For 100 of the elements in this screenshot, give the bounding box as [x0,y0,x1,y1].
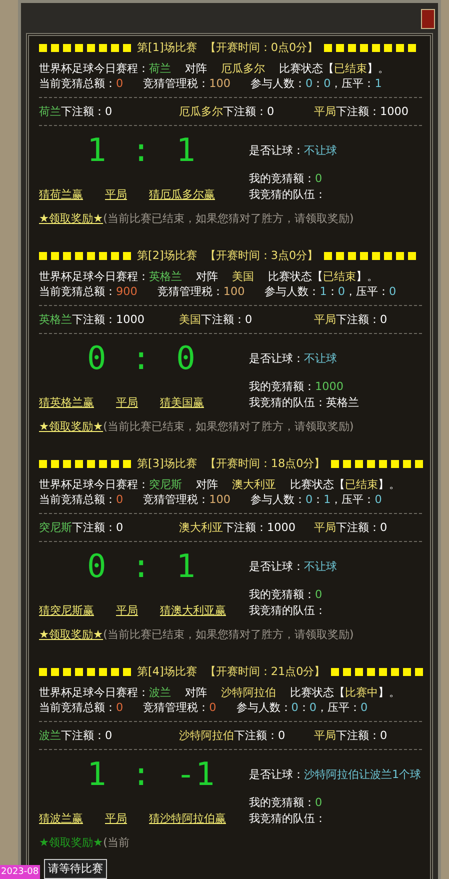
info-text: 波兰 [149,685,171,700]
info-text: 竞猜管理税： [143,700,210,715]
guess-link[interactable]: 平局 [105,811,127,828]
reward-note: (当前比赛已结束，如果您猜对了胜方，请领取奖励) [103,211,354,226]
info-text: ： [312,76,324,91]
reward-note: (当前比赛已结束，如果您猜对了胜方，请领取奖励) [103,627,354,642]
info-text: 参与人数： [264,284,320,299]
info-text: 对阵 [196,269,218,284]
info-text: 0 [116,492,124,507]
bet-label: 下注额： [336,729,380,742]
reward-link[interactable]: ★领取奖励★ [39,835,104,850]
bet-label: 下注额： [72,521,116,534]
info-text: 0 [116,700,124,715]
team-label: 平局 [314,313,336,326]
guess-link[interactable]: 猜厄瓜多尔赢 [149,187,215,204]
bet-amount: 0 [380,729,388,742]
bet-label: 下注额： [223,105,267,118]
info-text: 0 [309,700,316,715]
team-label: 厄瓜多尔 [179,105,223,118]
guess-link[interactable]: 猜荷兰赢 [39,187,83,204]
info-text: 竞猜管理税： [143,76,210,91]
score-text: 1 : 1 [86,132,196,170]
info-text: 1 [324,492,331,507]
my-bet-label: 我的竞猜额： [249,380,315,394]
bet-amount: 1000 [380,105,408,118]
team-label: 平局 [314,521,336,534]
bet-amount: 0 [380,313,388,326]
info-text: 0 [374,492,382,507]
guess-link[interactable]: 猜沙特阿拉伯赢 [149,811,226,828]
info-text: 美国 [232,269,254,284]
my-bet-value: 0 [315,172,322,186]
handicap-label: 是否让球： [249,768,304,781]
info-text: 对阵 [185,61,207,76]
info-text: 900 [116,284,138,299]
guess-link[interactable]: 猜美国赢 [160,395,204,412]
my-team-label: 我竞猜的队伍： [249,396,326,410]
info-text: 参与人数： [250,492,306,507]
team-label: 平局 [314,729,336,742]
info-text: 已结束 [323,269,356,284]
info-text: 已结束 [334,61,367,76]
info-text: 当前竞猜总额： [39,700,116,715]
guess-link[interactable]: 平局 [116,603,138,620]
my-bet-label: 我的竞猜额： [249,172,315,186]
info-text: 参与人数： [250,76,306,91]
info-text: 世界杯足球今日赛程： [39,61,149,76]
info-text: ，压平： [344,284,389,299]
close-icon[interactable] [421,9,435,29]
score-text: 1 : -1 [86,756,216,794]
team-label: 英格兰 [39,313,72,326]
team-label: 突尼斯 [39,521,72,534]
score-text: 0 : 1 [86,548,196,586]
info-text: 第[2]场比赛 [137,248,197,263]
team-label: 荷兰 [39,105,61,118]
info-text: 对阵 [196,477,218,492]
handicap-value: 不让球 [304,560,337,573]
team-label: 澳大利亚 [179,521,223,534]
my-team-label: 我竞猜的队伍： [249,604,326,618]
info-text: 0 [209,700,216,715]
my-bet-value: 0 [315,588,322,602]
handicap-label: 是否让球： [249,352,304,365]
info-text: ： [326,284,338,299]
info-text: 100 [223,284,245,299]
my-team-value: 英格兰 [326,396,359,410]
bet-amount: 0 [116,521,124,534]
team-label: 波兰 [39,729,61,742]
guess-link[interactable]: 平局 [105,187,127,204]
my-team-label: 我竞猜的队伍： [249,812,326,826]
info-text: 世界杯足球今日赛程： [39,477,149,492]
guess-link[interactable]: 猜英格兰赢 [39,395,94,412]
info-text: 比赛状态【 [290,685,345,700]
info-text: 比赛状态【 [290,477,345,492]
info-text: 0 [291,700,298,715]
guess-link[interactable]: 猜澳大利亚赢 [160,603,226,620]
bet-label: 下注额： [61,105,105,118]
info-text: 澳大利亚 [232,477,276,492]
my-bet-label: 我的竞猜额： [249,796,315,810]
info-text: 第[4]场比赛 [137,664,197,679]
info-text: 比赛状态【 [279,61,334,76]
guess-link[interactable]: 猜波兰赢 [39,811,83,828]
info-text: ： [312,492,324,507]
info-text: 参与人数： [236,700,292,715]
bet-label: 下注额： [234,729,278,742]
info-text: 厄瓜多尔 [221,61,265,76]
info-text: 对阵 [185,685,207,700]
reward-link[interactable]: ★领取奖励★ [39,627,104,642]
info-text: 竞猜管理税： [157,284,224,299]
guess-link[interactable]: 平局 [116,395,138,412]
reward-link[interactable]: ★领取奖励★ [39,211,104,226]
info-text: 当前竞猜总额： [39,492,116,507]
guess-link[interactable]: 猜突尼斯赢 [39,603,94,620]
handicap-value: 不让球 [304,144,337,157]
my-team-label: 我竞猜的队伍： [249,188,326,202]
info-text: 当前竞猜总额： [39,284,116,299]
info-text: 比赛中 [345,685,378,700]
info-text: 突尼斯 [149,477,182,492]
info-text: 第[3]场比赛 [137,456,197,471]
info-text: 世界杯足球今日赛程： [39,685,149,700]
my-bet-value: 0 [315,796,322,810]
info-text: 比赛状态【 [268,269,323,284]
reward-link[interactable]: ★领取奖励★ [39,419,104,434]
